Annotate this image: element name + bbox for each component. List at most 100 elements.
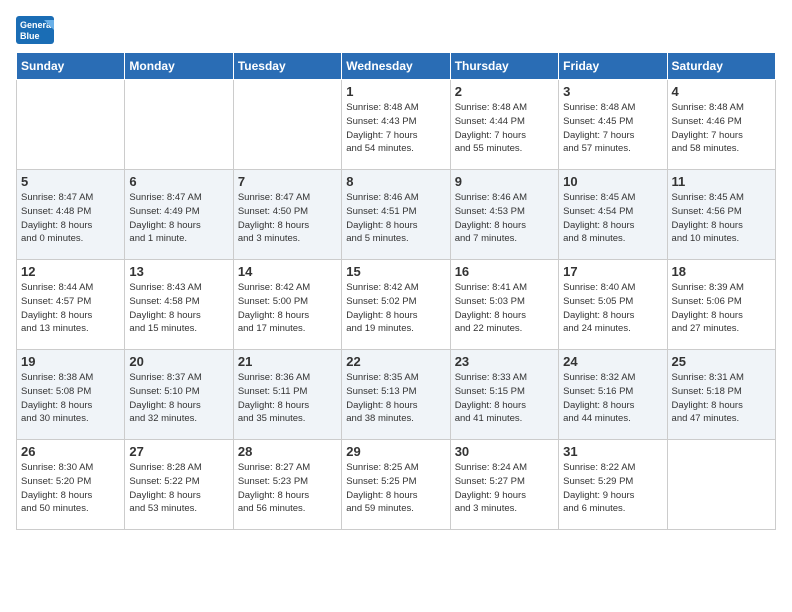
day-info: Sunrise: 8:37 AM Sunset: 5:10 PM Dayligh… [129,371,228,426]
weekday-header-sunday: Sunday [17,53,125,80]
day-number: 1 [346,84,445,99]
weekday-header-saturday: Saturday [667,53,775,80]
day-number: 11 [672,174,771,189]
weekday-header-wednesday: Wednesday [342,53,450,80]
calendar-cell: 23 Sunrise: 8:33 AM Sunset: 5:15 PM Dayli… [450,350,558,440]
calendar-cell: 1 Sunrise: 8:48 AM Sunset: 4:43 PM Daylig… [342,80,450,170]
calendar-cell [125,80,233,170]
calendar-cell: 7 Sunrise: 8:47 AM Sunset: 4:50 PM Daylig… [233,170,341,260]
calendar-cell: 8Sunrise: 8:46 AM Sunset: 4:51 PM Daylig… [342,170,450,260]
day-info: Sunrise: 8:42 AM Sunset: 5:00 PM Dayligh… [238,281,337,336]
calendar-cell: 18 Sunrise: 8:39 AM Sunset: 5:06 PM Dayli… [667,260,775,350]
calendar-cell: 26 Sunrise: 8:30 AM Sunset: 5:20 PM Dayli… [17,440,125,530]
logo: General Blue [16,16,54,44]
day-info: Sunrise: 8:28 AM Sunset: 5:22 PM Dayligh… [129,461,228,516]
day-info: Sunrise: 8:48 AM Sunset: 4:45 PM Dayligh… [563,101,662,156]
calendar-table: SundayMondayTuesdayWednesdayThursdayFrid… [16,52,776,530]
day-info: Sunrise: 8:45 AM Sunset: 4:54 PM Dayligh… [563,191,662,246]
day-info: Sunrise: 8:42 AM Sunset: 5:02 PM Dayligh… [346,281,445,336]
calendar-cell: 12 Sunrise: 8:44 AM Sunset: 4:57 PM Dayli… [17,260,125,350]
day-number: 28 [238,444,337,459]
day-number: 10 [563,174,662,189]
day-number: 22 [346,354,445,369]
day-number: 25 [672,354,771,369]
day-number: 6 [129,174,228,189]
day-info: Sunrise: 8:47 AM Sunset: 4:48 PM Dayligh… [21,191,120,246]
calendar-cell: 4Sunrise: 8:48 AM Sunset: 4:46 PM Daylig… [667,80,775,170]
calendar-cell: 22 Sunrise: 8:35 AM Sunset: 5:13 PM Dayli… [342,350,450,440]
calendar-cell: 31 Sunrise: 8:22 AM Sunset: 5:29 PM Dayli… [559,440,667,530]
calendar-cell: 30 Sunrise: 8:24 AM Sunset: 5:27 PM Dayli… [450,440,558,530]
calendar-week-row: 1 Sunrise: 8:48 AM Sunset: 4:43 PM Daylig… [17,80,776,170]
day-number: 4 [672,84,771,99]
calendar-week-row: 26 Sunrise: 8:30 AM Sunset: 5:20 PM Dayli… [17,440,776,530]
day-info: Sunrise: 8:33 AM Sunset: 5:15 PM Dayligh… [455,371,554,426]
day-info: Sunrise: 8:48 AM Sunset: 4:43 PM Dayligh… [346,101,445,156]
day-info: Sunrise: 8:46 AM Sunset: 4:51 PM Dayligh… [346,191,445,246]
calendar-cell: 17 Sunrise: 8:40 AM Sunset: 5:05 PM Dayli… [559,260,667,350]
day-info: Sunrise: 8:27 AM Sunset: 5:23 PM Dayligh… [238,461,337,516]
day-number: 19 [21,354,120,369]
day-number: 5 [21,174,120,189]
day-number: 21 [238,354,337,369]
day-info: Sunrise: 8:32 AM Sunset: 5:16 PM Dayligh… [563,371,662,426]
day-info: Sunrise: 8:45 AM Sunset: 4:56 PM Dayligh… [672,191,771,246]
day-number: 7 [238,174,337,189]
day-number: 18 [672,264,771,279]
calendar-week-row: 12 Sunrise: 8:44 AM Sunset: 4:57 PM Dayli… [17,260,776,350]
day-number: 13 [129,264,228,279]
calendar-cell: 29Sunrise: 8:25 AM Sunset: 5:25 PM Dayli… [342,440,450,530]
day-number: 9 [455,174,554,189]
day-number: 31 [563,444,662,459]
calendar-cell: 2 Sunrise: 8:48 AM Sunset: 4:44 PM Daylig… [450,80,558,170]
calendar-cell: 20 Sunrise: 8:37 AM Sunset: 5:10 PM Dayli… [125,350,233,440]
calendar-cell: 21 Sunrise: 8:36 AM Sunset: 5:11 PM Dayli… [233,350,341,440]
day-number: 29 [346,444,445,459]
day-number: 24 [563,354,662,369]
day-number: 30 [455,444,554,459]
calendar-cell: 28 Sunrise: 8:27 AM Sunset: 5:23 PM Dayli… [233,440,341,530]
day-info: Sunrise: 8:22 AM Sunset: 5:29 PM Dayligh… [563,461,662,516]
day-number: 3 [563,84,662,99]
day-info: Sunrise: 8:39 AM Sunset: 5:06 PM Dayligh… [672,281,771,336]
calendar-cell: 11 Sunrise: 8:45 AM Sunset: 4:56 PM Dayli… [667,170,775,260]
weekday-header-tuesday: Tuesday [233,53,341,80]
day-number: 26 [21,444,120,459]
weekday-header-thursday: Thursday [450,53,558,80]
day-info: Sunrise: 8:40 AM Sunset: 5:05 PM Dayligh… [563,281,662,336]
logo-icon: General Blue [16,16,54,44]
calendar-cell: 16Sunrise: 8:41 AM Sunset: 5:03 PM Dayli… [450,260,558,350]
weekday-header-row: SundayMondayTuesdayWednesdayThursdayFrid… [17,53,776,80]
day-info: Sunrise: 8:46 AM Sunset: 4:53 PM Dayligh… [455,191,554,246]
day-info: Sunrise: 8:35 AM Sunset: 5:13 PM Dayligh… [346,371,445,426]
day-info: Sunrise: 8:44 AM Sunset: 4:57 PM Dayligh… [21,281,120,336]
svg-text:Blue: Blue [20,31,40,41]
day-info: Sunrise: 8:47 AM Sunset: 4:50 PM Dayligh… [238,191,337,246]
calendar-cell: 15 Sunrise: 8:42 AM Sunset: 5:02 PM Dayli… [342,260,450,350]
calendar-cell: 9 Sunrise: 8:46 AM Sunset: 4:53 PM Daylig… [450,170,558,260]
day-info: Sunrise: 8:36 AM Sunset: 5:11 PM Dayligh… [238,371,337,426]
calendar-cell: 10 Sunrise: 8:45 AM Sunset: 4:54 PM Dayli… [559,170,667,260]
day-number: 15 [346,264,445,279]
day-info: Sunrise: 8:24 AM Sunset: 5:27 PM Dayligh… [455,461,554,516]
header: General Blue [16,16,776,44]
day-info: Sunrise: 8:30 AM Sunset: 5:20 PM Dayligh… [21,461,120,516]
weekday-header-monday: Monday [125,53,233,80]
day-info: Sunrise: 8:38 AM Sunset: 5:08 PM Dayligh… [21,371,120,426]
day-info: Sunrise: 8:48 AM Sunset: 4:44 PM Dayligh… [455,101,554,156]
day-number: 14 [238,264,337,279]
day-number: 2 [455,84,554,99]
calendar-cell: 5 Sunrise: 8:47 AM Sunset: 4:48 PM Daylig… [17,170,125,260]
calendar-cell [17,80,125,170]
day-number: 20 [129,354,228,369]
day-info: Sunrise: 8:31 AM Sunset: 5:18 PM Dayligh… [672,371,771,426]
calendar-cell [667,440,775,530]
day-info: Sunrise: 8:41 AM Sunset: 5:03 PM Dayligh… [455,281,554,336]
day-number: 12 [21,264,120,279]
calendar-week-row: 5 Sunrise: 8:47 AM Sunset: 4:48 PM Daylig… [17,170,776,260]
day-number: 17 [563,264,662,279]
day-number: 23 [455,354,554,369]
calendar-cell: 14 Sunrise: 8:42 AM Sunset: 5:00 PM Dayli… [233,260,341,350]
calendar-cell: 19 Sunrise: 8:38 AM Sunset: 5:08 PM Dayli… [17,350,125,440]
day-info: Sunrise: 8:43 AM Sunset: 4:58 PM Dayligh… [129,281,228,336]
